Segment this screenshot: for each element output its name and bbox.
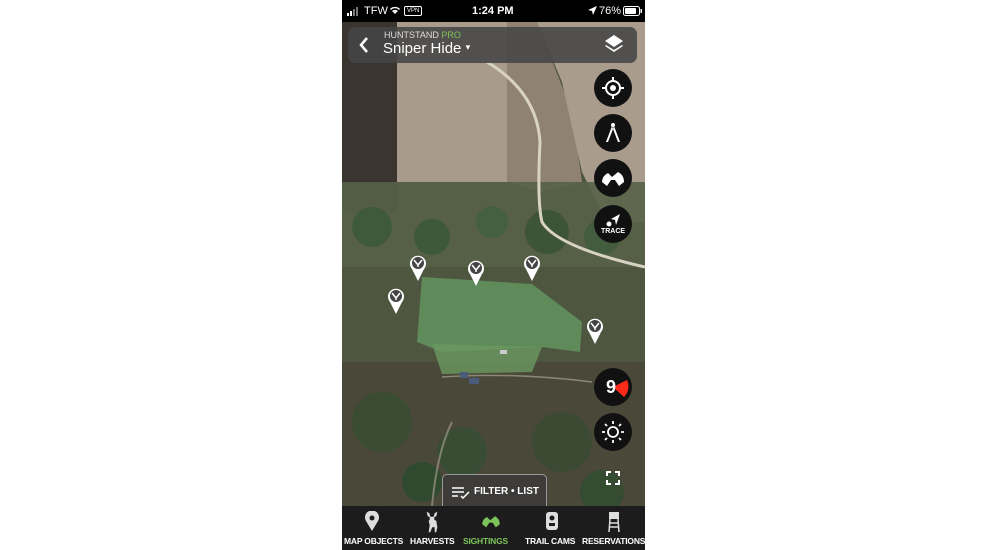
map-pin-icon: [365, 511, 379, 531]
tab-sightings[interactable]: SIGHTINGS: [460, 506, 520, 550]
wind-indicator[interactable]: 9: [594, 368, 632, 406]
tab-label: TRAIL CAMS: [525, 536, 576, 546]
tab-label: HARVESTS: [410, 536, 455, 546]
locate-button[interactable]: [594, 69, 632, 107]
sun-icon: [602, 421, 624, 443]
app-title: HUNTSTAND PRO: [384, 30, 461, 40]
chevron-left-icon: [359, 37, 368, 53]
trace-button[interactable]: TRACE: [594, 205, 632, 243]
fullscreen-icon: [606, 471, 620, 485]
clock: 1:24 PM: [472, 5, 514, 17]
status-bar: TFW VPN 1:24 PM 76%: [342, 0, 645, 22]
sighting-marker[interactable]: [586, 318, 604, 344]
app-name: HUNTSTAND: [384, 30, 439, 40]
sighting-marker[interactable]: [467, 260, 485, 286]
sighting-marker[interactable]: [387, 288, 405, 314]
tab-map-objects[interactable]: MAP OBJECTS: [342, 506, 404, 550]
layers-icon: [605, 35, 623, 52]
deer-icon: [426, 511, 438, 533]
battery-percent: 76%: [599, 5, 622, 17]
tree-stand-icon: [608, 512, 620, 533]
phone-screen: TFW VPN 1:24 PM 76% HUNTSTAND PRO Sniper…: [342, 0, 645, 550]
header-bar: HUNTSTAND PRO Sniper Hide ▾: [348, 27, 637, 63]
property-selector[interactable]: Sniper Hide ▾: [383, 40, 470, 57]
tab-trail-cams[interactable]: TRAIL CAMS: [520, 506, 582, 550]
locate-icon: [602, 77, 624, 99]
filter-list-label: FILTER • LIST: [474, 486, 539, 497]
wifi-icon: [389, 5, 401, 18]
fullscreen-button[interactable]: [606, 471, 620, 485]
tab-label: RESERVATIONS: [582, 536, 645, 546]
trace-arrow-icon: [606, 214, 620, 227]
vpn-badge: VPN: [404, 6, 423, 16]
sightings-tool-button[interactable]: [594, 159, 632, 197]
signal-icon: [347, 7, 361, 19]
filter-list-button[interactable]: FILTER • LIST: [442, 474, 547, 509]
sighting-marker[interactable]: [409, 255, 427, 281]
map-layers-button[interactable]: [603, 33, 625, 60]
location-arrow-icon: [588, 6, 597, 18]
trace-label: TRACE: [600, 228, 626, 235]
binoculars-icon: [602, 172, 624, 186]
tab-harvests[interactable]: HARVESTS: [404, 506, 460, 550]
weather-button[interactable]: [594, 413, 632, 451]
tab-reservations[interactable]: RESERVATIONS: [582, 506, 645, 550]
pro-badge: PRO: [441, 30, 461, 40]
property-name: Sniper Hide: [383, 40, 462, 57]
bottom-tab-bar: MAP OBJECTS HARVESTS SIGHTINGS TRAIL CAM…: [342, 506, 645, 550]
filter-check-icon: [452, 487, 470, 499]
measure-button[interactable]: [594, 114, 632, 152]
compass-measure-icon: [606, 123, 620, 142]
wind-speed: 9: [605, 376, 616, 397]
sighting-marker[interactable]: [523, 255, 541, 281]
battery-icon: [623, 6, 642, 19]
back-button[interactable]: [358, 35, 370, 60]
carrier-label: TFW: [364, 5, 388, 17]
trail-cam-icon: [546, 512, 558, 530]
tab-label: MAP OBJECTS: [344, 536, 404, 546]
binoculars-icon: [482, 516, 500, 528]
dropdown-caret-icon: ▾: [465, 42, 471, 52]
tab-label: SIGHTINGS: [463, 536, 508, 546]
